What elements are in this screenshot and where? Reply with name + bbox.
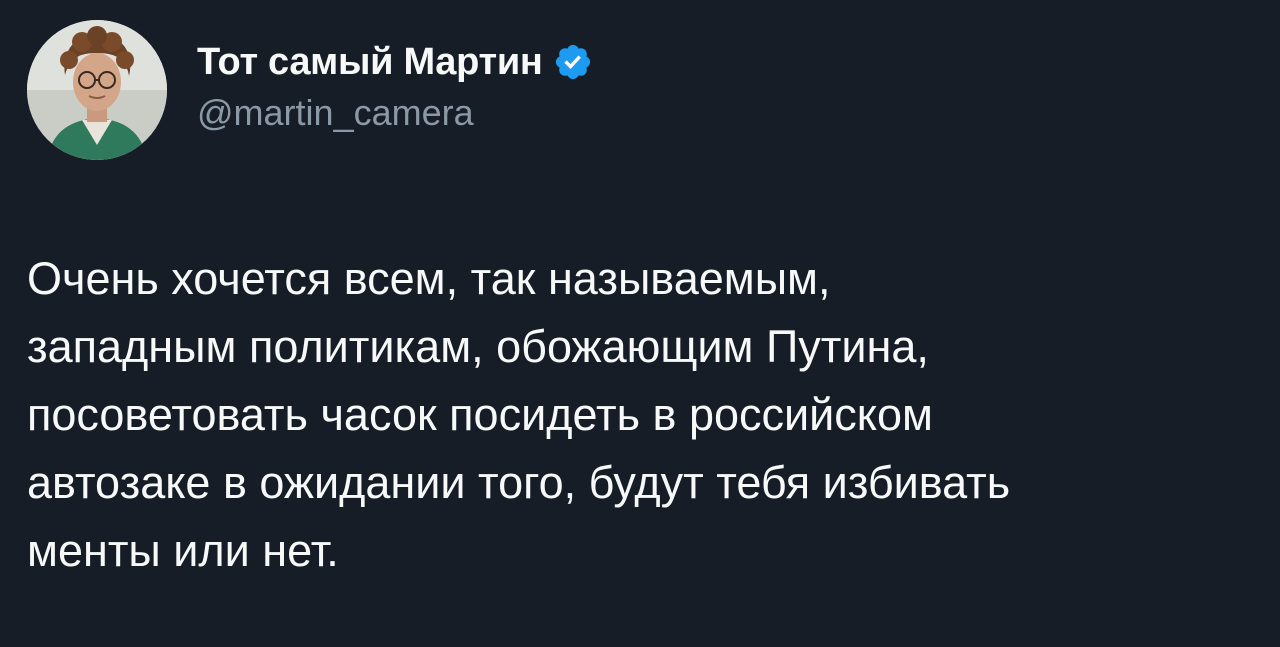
- avatar[interactable]: [27, 20, 167, 160]
- author-display-name[interactable]: Тот самый Мартин: [197, 41, 543, 84]
- author-identity: Тот самый Мартин @martin_camera: [197, 20, 593, 134]
- tweet-card: Тот самый Мартин @martin_camera Очень хо…: [0, 0, 1280, 647]
- tweet-text: Очень хочется всем, так называемым, запа…: [27, 253, 1011, 576]
- tweet-header: Тот самый Мартин @martin_camera: [27, 20, 593, 160]
- author-handle[interactable]: @martin_camera: [197, 92, 593, 134]
- profile-photo-icon: [27, 20, 167, 160]
- name-row: Тот самый Мартин: [197, 40, 593, 84]
- verified-badge-icon[interactable]: [553, 42, 593, 82]
